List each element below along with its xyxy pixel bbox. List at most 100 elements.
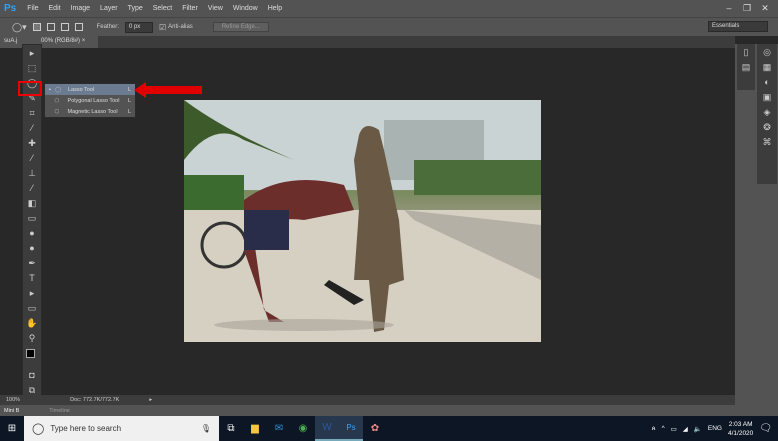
shape-tool-icon[interactable]: ▭ [25,302,39,315]
panel-column-2: ◎ ▦ ◐ ▣ ◈ ❂ ⌘ [757,44,777,184]
taskbar-search[interactable]: ◯ Type here to search 🎙 [24,416,219,441]
gradient-tool-icon[interactable]: ▭ [25,212,39,225]
antialias-checkbox[interactable]: ☑ [159,23,166,32]
minimize-icon[interactable]: – [722,3,736,14]
flyout-shortcut: L [127,108,131,115]
blur-tool-icon[interactable]: ● [25,227,39,240]
stamp-tool-icon[interactable]: ⊥ [25,167,39,180]
tab-title: 00% (RGB/8#) [41,38,81,44]
eraser-tool-icon[interactable]: ◧ [25,197,39,210]
taskbar: ⊞ ◯ Type here to search 🎙 ⧉ ▆ ✉ ◉ W Ps ✿… [0,416,778,441]
search-placeholder: Type here to search [50,424,122,433]
canvas-image[interactable] [184,100,541,342]
antialias-label: Anti-alias [168,24,193,30]
menu-select[interactable]: Select [153,5,172,12]
type-tool-icon[interactable]: T [25,272,39,285]
paint-icon[interactable]: ✿ [363,416,387,441]
crop-tool-icon[interactable]: ⌗ [25,107,39,120]
clock[interactable]: 2:03 AM 4/1/2020 [728,420,753,438]
doc-info: Doc: 772.7K/772.7K [70,397,120,403]
paths-panel-icon[interactable]: ⌘ [760,136,774,149]
menu-view[interactable]: View [208,5,223,12]
status-bar: 100% Doc: 772.7K/772.7K ▸ [0,395,735,405]
menu-image[interactable]: Image [71,5,90,12]
swatches-panel-icon[interactable]: ▦ [760,61,774,74]
lasso-highlight-box [18,81,42,96]
history-brush-icon[interactable]: ⁄ [25,182,39,195]
layers-panel-icon[interactable]: ◈ [760,106,774,119]
history-panel-icon[interactable]: ▯ [739,46,753,59]
windows-start-icon[interactable]: ⊞ [0,416,24,441]
document-tab[interactable]: suA.j 00% (RGB/8#) × [0,36,98,48]
zoom-level[interactable]: 100% [6,397,20,403]
notifications-icon[interactable]: 🗨 [759,423,772,434]
workspace-select[interactable]: Essentials [708,21,768,32]
pen-tool-icon[interactable]: ✒ [25,257,39,270]
marquee-tool-icon[interactable]: ⬚ [25,62,39,75]
new-selection-icon[interactable] [32,23,41,31]
panel-column-1: ▯ ▤ [737,44,755,90]
chrome-icon[interactable]: ◉ [291,416,315,441]
subtract-selection-icon[interactable] [60,23,69,31]
channels-panel-icon[interactable]: ❂ [760,121,774,134]
tab-close-icon[interactable]: × [82,38,86,44]
close-icon[interactable]: ✕ [758,3,772,14]
menu-file[interactable]: File [27,5,38,12]
network-icon[interactable]: ◢ [683,425,688,433]
flyout-magnetic-lasso-tool[interactable]: ⬡ Magnetic Lasso Tool L [45,106,135,117]
menu-window[interactable]: Window [233,5,258,12]
toolbox: ▸ ⬚ ◯ ✎ ⌗ ⁄ ✚ ⁄ ⊥ ⁄ ◧ ▭ ● ● ✒ T ▸ ▭ ✋ ⚲ … [22,44,42,416]
intersect-selection-icon[interactable] [74,23,83,31]
eyedropper-tool-icon[interactable]: ⁄ [25,122,39,135]
people-icon[interactable]: ጰ [652,425,656,433]
feather-input[interactable]: 0 px [124,21,153,33]
refine-edge-button[interactable]: Refine Edge... [212,22,269,32]
menu-edit[interactable]: Edit [49,5,61,12]
color-panel-icon[interactable]: ◎ [760,46,774,59]
system-tray: ጰ ^ ▭ ◢ 🔈 ENG 2:03 AM 4/1/2020 🗨 [652,420,778,438]
menu-filter[interactable]: Filter [182,5,198,12]
dodge-tool-icon[interactable]: ● [25,242,39,255]
move-tool-icon[interactable]: ▸ [25,47,39,60]
flyout-lasso-tool[interactable]: ▪ ◯ Lasso Tool L [45,84,135,95]
zoom-tool-icon[interactable]: ⚲ [25,332,39,345]
hand-tool-icon[interactable]: ✋ [25,317,39,330]
path-select-tool-icon[interactable]: ▸ [25,287,39,300]
menu-bar: Ps File Edit Image Layer Type Select Fil… [0,0,778,17]
word-icon[interactable]: W [315,416,339,441]
menu-layer[interactable]: Layer [100,5,118,12]
status-menu-arrow-icon[interactable]: ▸ [149,397,152,403]
restore-icon[interactable]: ❐ [740,3,754,14]
flyout-label: Lasso Tool [67,86,95,93]
menu-help[interactable]: Help [268,5,282,12]
microphone-icon[interactable]: 🎙 [201,424,211,433]
lasso-icon: ◯ [54,86,62,93]
flyout-label: Polygonal Lasso Tool [67,97,120,104]
flyout-shortcut: L [127,97,131,104]
properties-panel-icon[interactable]: ▤ [739,61,753,74]
clock-time: 2:03 AM [728,420,753,428]
quick-mask-icon[interactable]: ◘ [25,369,39,382]
language-indicator[interactable]: ENG [708,425,722,432]
mail-icon[interactable]: ✉ [267,416,291,441]
healing-tool-icon[interactable]: ✚ [25,137,39,150]
tab-prefix: suA.j [4,38,18,44]
mini-bridge-tab[interactable]: Mini B [4,408,19,414]
timeline-tab[interactable]: Timeline [49,408,70,414]
color-swatches-icon[interactable] [25,347,39,367]
file-explorer-icon[interactable]: ▆ [243,416,267,441]
photoshop-taskbar-icon[interactable]: Ps [339,416,363,441]
show-hidden-icons[interactable]: ^ [662,425,665,432]
photo-scene [184,100,541,342]
add-selection-icon[interactable] [46,23,55,31]
adjustments-panel-icon[interactable]: ◐ [760,76,774,89]
brush-tool-icon[interactable]: ⁄ [25,152,39,165]
styles-panel-icon[interactable]: ▣ [760,91,774,104]
menu-type[interactable]: Type [128,5,143,12]
battery-icon[interactable]: ▭ [671,425,677,433]
task-view-icon[interactable]: ⧉ [219,416,243,441]
volume-icon[interactable]: 🔈 [694,425,702,433]
flyout-polygonal-lasso-tool[interactable]: ⬠ Polygonal Lasso Tool L [45,95,135,106]
lasso-preset-icon[interactable]: ◯▾ [12,22,27,33]
document-tab-bar [0,36,735,48]
